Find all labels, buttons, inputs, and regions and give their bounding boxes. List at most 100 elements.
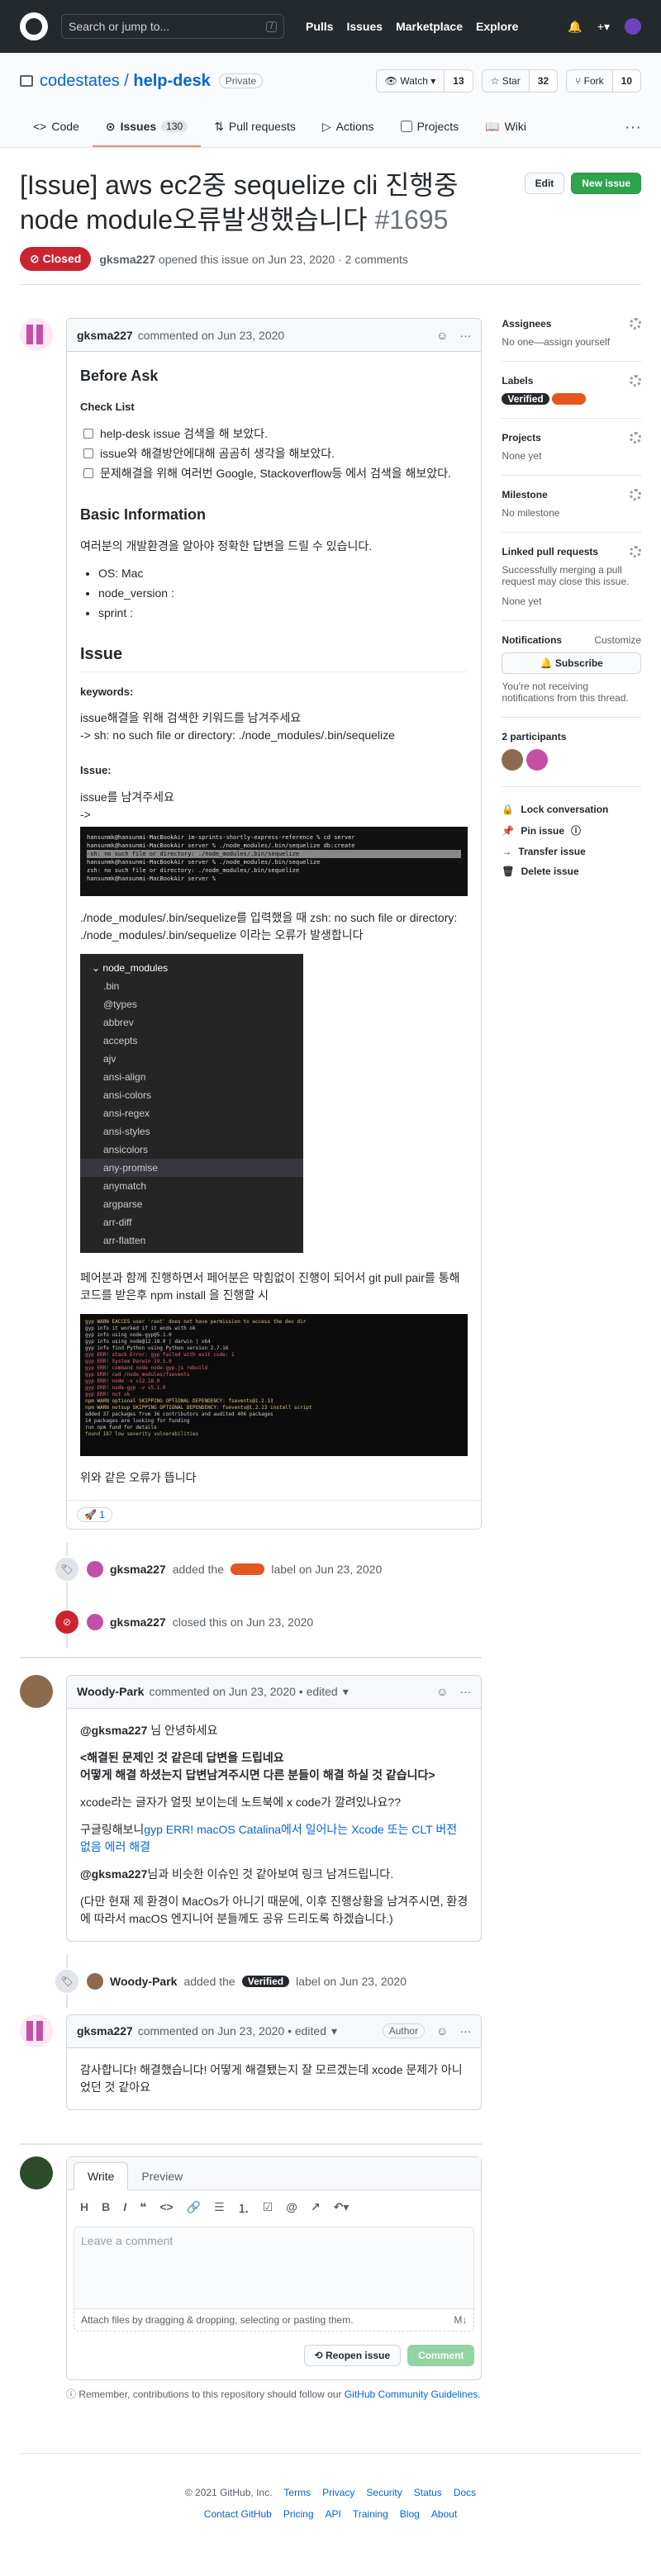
footer-link-api[interactable]: API — [326, 2508, 341, 2520]
transfer-issue-button[interactable]: → Transfer issue — [502, 846, 641, 857]
linked-prs-heading[interactable]: Linked pull requests — [502, 546, 598, 557]
star-button[interactable]: ☆ Star 32 — [481, 69, 559, 93]
tab-actions[interactable]: ▷ Actions — [309, 107, 388, 147]
event-actor[interactable]: Woody-Park — [110, 1975, 177, 1988]
footer-link-blog[interactable]: Blog — [400, 2508, 420, 2520]
label-verified[interactable]: Verified — [502, 393, 549, 405]
repo-name[interactable]: help-desk — [133, 72, 210, 90]
nav-pulls[interactable]: Pulls — [306, 20, 333, 33]
more-icon[interactable]: ··· — [625, 107, 641, 147]
participant-avatar[interactable] — [525, 749, 548, 771]
watch-button[interactable]: 👁 Watch ▾ 13 — [375, 69, 473, 93]
tab-projects[interactable]: Projects — [388, 107, 473, 147]
gear-icon[interactable] — [630, 375, 641, 387]
smiley-icon[interactable]: ☺ — [436, 2024, 448, 2038]
milestone-heading[interactable]: Milestone — [502, 489, 547, 500]
delete-issue-button[interactable]: 🗑 Delete issue — [502, 866, 641, 877]
user-avatar[interactable] — [625, 18, 641, 35]
new-issue-button[interactable]: New issue — [571, 173, 641, 194]
footer-link-terms[interactable]: Terms — [283, 2487, 311, 2498]
customize-link[interactable]: Customize — [594, 634, 641, 646]
github-logo-icon[interactable] — [20, 12, 48, 40]
comment-time[interactable]: commented on Jun 23, 2020 • edited — [149, 1685, 337, 1698]
avatar[interactable] — [87, 1560, 103, 1577]
nav-issues[interactable]: Issues — [346, 20, 383, 33]
tab-issues[interactable]: ⊙ Issues 130 — [92, 107, 202, 147]
avatar[interactable] — [20, 2014, 53, 2047]
bell-icon[interactable]: 🔔 — [568, 20, 582, 34]
bold-icon[interactable]: B — [102, 2200, 110, 2217]
heading-icon[interactable]: H — [80, 2200, 88, 2217]
comment-button[interactable]: Comment — [407, 2344, 475, 2366]
tab-code[interactable]: <> Code — [20, 107, 93, 147]
nav-explore[interactable]: Explore — [476, 20, 518, 33]
file-tree-screenshot[interactable]: ⌄ node_modules .bin @types abbrev accepts a… — [80, 953, 303, 1253]
mention-icon[interactable]: @ — [286, 2200, 297, 2217]
search-input[interactable]: Search or jump to... / — [61, 14, 284, 39]
gear-icon[interactable] — [630, 546, 641, 557]
footer-link-privacy[interactable]: Privacy — [322, 2487, 354, 2498]
comment-textarea[interactable]: Leave a comment — [74, 2226, 475, 2309]
event-actor[interactable]: gksma227 — [110, 1563, 166, 1576]
bullet-list-icon[interactable]: ☰ — [214, 2200, 225, 2217]
footer-link-about[interactable]: About — [431, 2508, 457, 2520]
kebab-icon[interactable]: ··· — [459, 1685, 471, 1698]
tab-pull-requests[interactable]: ⇅ Pull requests — [201, 107, 309, 147]
avatar[interactable] — [20, 318, 53, 351]
attach-hint[interactable]: Attach files by dragging & dropping, sel… — [81, 2314, 354, 2326]
smiley-icon[interactable]: ☺ — [436, 1685, 448, 1698]
kebab-icon[interactable]: ··· — [459, 2024, 471, 2038]
gear-icon[interactable] — [630, 318, 641, 330]
gear-icon[interactable] — [630, 489, 641, 500]
numbered-list-icon[interactable]: ⒈ — [238, 2200, 250, 2217]
assignees-heading[interactable]: Assignees — [502, 318, 551, 330]
tab-write[interactable]: Write — [74, 2161, 129, 2190]
code-icon[interactable]: <> — [159, 2200, 173, 2217]
labels-heading[interactable]: Labels — [502, 375, 533, 387]
gear-icon[interactable] — [630, 432, 641, 444]
reopen-issue-button[interactable]: ⟲ Reopen issue — [303, 2344, 402, 2366]
comment-author[interactable]: gksma227 — [77, 2024, 133, 2038]
guidelines-link[interactable]: GitHub Community Guidelines. — [345, 2389, 481, 2400]
footer-link-contact[interactable]: Contact GitHub — [204, 2508, 272, 2520]
comment-time[interactable]: commented on Jun 23, 2020 — [138, 329, 284, 342]
tab-preview[interactable]: Preview — [128, 2163, 196, 2189]
npm-error-screenshot[interactable]: gyp WARN EACCES user 'root' does not hav… — [80, 1313, 468, 1456]
terminal-screenshot[interactable]: hansunmk@hansunmi-MacBookAir im-sprints-… — [80, 826, 468, 896]
italic-icon[interactable]: I — [123, 2200, 126, 2217]
reaction-rocket[interactable]: 🚀 1 — [77, 1506, 112, 1522]
event-actor[interactable]: gksma227 — [110, 1615, 166, 1629]
comment-time[interactable]: commented on Jun 23, 2020 • edited — [138, 2024, 326, 2038]
footer-link-training[interactable]: Training — [353, 2508, 388, 2520]
label-badge[interactable]: label — [552, 393, 587, 405]
avatar[interactable] — [20, 1674, 53, 1708]
repo-owner[interactable]: codestates — [40, 72, 120, 90]
footer-link-status[interactable]: Status — [414, 2487, 442, 2498]
comment-author[interactable]: gksma227 — [77, 329, 133, 342]
link-icon[interactable]: 🔗 — [187, 2200, 201, 2217]
kebab-icon[interactable]: ··· — [459, 329, 471, 342]
reference-icon[interactable]: ↗ — [311, 2200, 321, 2217]
participant-avatar[interactable] — [502, 749, 524, 771]
task-list-icon[interactable]: ☑ — [263, 2200, 273, 2217]
footer-link-docs[interactable]: Docs — [454, 2487, 476, 2498]
avatar[interactable] — [20, 2156, 53, 2189]
nav-marketplace[interactable]: Marketplace — [396, 20, 463, 33]
tab-wiki[interactable]: 📖 Wiki — [472, 107, 540, 147]
label-verified[interactable]: Verified — [241, 1975, 290, 1987]
reply-icon[interactable]: ↶▾ — [334, 2200, 350, 2217]
subscribe-button[interactable]: 🔔 Subscribe — [502, 652, 641, 674]
assignees-value[interactable]: No one—assign yourself — [502, 336, 610, 348]
plus-icon[interactable]: +▾ — [597, 20, 610, 34]
quote-icon[interactable]: ❝ — [140, 2200, 146, 2217]
footer-link-pricing[interactable]: Pricing — [283, 2508, 314, 2520]
issue-author[interactable]: gksma227 — [99, 253, 155, 266]
mention[interactable]: @gksma227 — [80, 1867, 147, 1881]
lock-conversation-button[interactable]: 🔒 Lock conversation — [502, 804, 641, 815]
projects-heading[interactable]: Projects — [502, 432, 540, 444]
edit-button[interactable]: Edit — [524, 173, 565, 194]
label-badge[interactable]: label — [231, 1563, 265, 1575]
footer-link-security[interactable]: Security — [366, 2487, 402, 2498]
avatar[interactable] — [87, 1972, 103, 1990]
smiley-icon[interactable]: ☺ — [436, 329, 448, 342]
